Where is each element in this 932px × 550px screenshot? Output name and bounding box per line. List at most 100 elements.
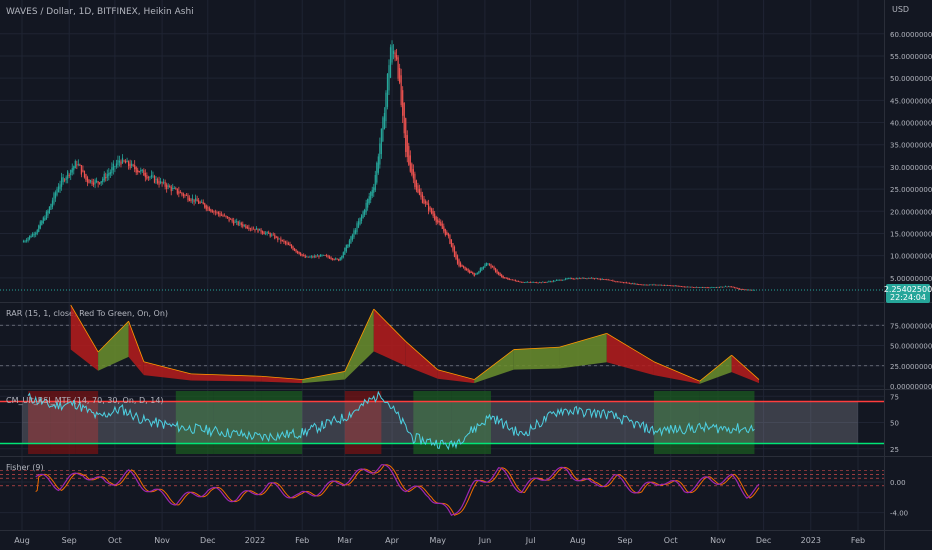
candle-body bbox=[193, 199, 195, 203]
candle-body bbox=[463, 265, 465, 268]
candle-body bbox=[32, 233, 34, 237]
y-tick-label: 25.00000000 bbox=[890, 363, 932, 371]
candle-body bbox=[120, 161, 122, 165]
candle-body bbox=[240, 222, 242, 226]
candle-body bbox=[423, 198, 425, 204]
candle-body bbox=[694, 287, 696, 288]
candle-body bbox=[668, 285, 670, 286]
candle-body bbox=[170, 186, 172, 192]
candle-body bbox=[207, 207, 209, 209]
candle-body bbox=[362, 211, 364, 219]
candle-body bbox=[306, 256, 308, 258]
candle-body bbox=[688, 286, 690, 288]
candle-body bbox=[645, 284, 647, 286]
candle-body bbox=[359, 217, 361, 225]
candle-body bbox=[695, 286, 698, 288]
y-tick-label: 75 bbox=[890, 393, 899, 401]
candle-body bbox=[612, 280, 614, 282]
candle-body bbox=[621, 281, 623, 283]
candle-body bbox=[680, 286, 682, 287]
candle-body bbox=[48, 206, 51, 214]
candle-body bbox=[616, 281, 619, 283]
candle-body bbox=[191, 198, 194, 201]
candle-body bbox=[140, 170, 142, 172]
candle-body bbox=[714, 287, 716, 288]
candle-body bbox=[159, 181, 162, 183]
candle-body bbox=[458, 259, 460, 267]
candle-body bbox=[537, 282, 539, 284]
candle-body bbox=[255, 228, 258, 230]
candle-body bbox=[185, 195, 188, 196]
y-tick-label: 45.00000000 bbox=[890, 97, 932, 105]
candle-body bbox=[568, 278, 570, 279]
candle-body bbox=[236, 221, 238, 223]
candle-body bbox=[60, 177, 63, 187]
candle-body bbox=[383, 113, 386, 130]
candle-body bbox=[205, 205, 207, 210]
candle-body bbox=[485, 262, 488, 267]
candle-body bbox=[144, 172, 146, 178]
rsi-range-fill bbox=[22, 401, 858, 444]
time-tick-label: Nov bbox=[710, 536, 726, 545]
candle-body bbox=[74, 160, 76, 169]
candle-body bbox=[137, 169, 139, 173]
candle-body bbox=[156, 179, 159, 184]
candle-body bbox=[450, 239, 453, 247]
candle-body bbox=[351, 234, 354, 240]
candle-body bbox=[184, 194, 186, 196]
candle-body bbox=[386, 73, 389, 107]
candle-body bbox=[724, 286, 727, 288]
candle-body bbox=[647, 284, 649, 286]
candle-body bbox=[656, 284, 658, 286]
candle-body bbox=[417, 185, 419, 193]
candle-body bbox=[493, 266, 495, 270]
candle-body bbox=[382, 117, 384, 142]
candle-body bbox=[548, 281, 550, 283]
candle-body bbox=[257, 228, 259, 233]
candle-body bbox=[94, 180, 96, 184]
candle-body bbox=[374, 174, 376, 191]
candle-body bbox=[272, 234, 274, 236]
time-tick-label: Aug bbox=[570, 536, 586, 545]
candle-body bbox=[365, 202, 367, 213]
candle-body bbox=[70, 169, 72, 176]
candle-body bbox=[301, 254, 303, 256]
candle-body bbox=[574, 278, 576, 280]
candle-body bbox=[79, 164, 81, 166]
candle-body bbox=[260, 229, 262, 233]
candle-body bbox=[517, 281, 520, 283]
candle-body bbox=[615, 281, 617, 282]
candle-body bbox=[571, 278, 573, 280]
candle-body bbox=[610, 280, 612, 281]
candle-body bbox=[516, 280, 518, 282]
candle-body bbox=[309, 256, 311, 258]
candle-body bbox=[201, 201, 203, 203]
candle-body bbox=[268, 232, 270, 234]
candle-body bbox=[633, 283, 635, 285]
candle-body bbox=[289, 244, 291, 246]
candle-body bbox=[182, 193, 185, 197]
candle-body bbox=[129, 163, 131, 169]
candle-body bbox=[577, 278, 579, 280]
candle-body bbox=[699, 287, 701, 289]
candle-body bbox=[281, 240, 283, 241]
candle-body bbox=[526, 281, 529, 283]
candle-body bbox=[114, 166, 116, 168]
candle-body bbox=[473, 273, 475, 277]
candle-body bbox=[692, 287, 695, 288]
candle-body bbox=[674, 285, 676, 287]
candle-body bbox=[561, 279, 564, 281]
candle-body bbox=[138, 170, 140, 173]
candle-body bbox=[528, 282, 530, 283]
candle-body bbox=[466, 268, 468, 271]
candle-body bbox=[328, 256, 331, 259]
candle-body bbox=[435, 216, 437, 223]
candle-body bbox=[44, 218, 46, 221]
candle-body bbox=[520, 281, 523, 283]
chart-canvas[interactable]: WAVES / Dollar, 1D, BITFINEX, Heikin Ash… bbox=[0, 0, 932, 550]
candle-body bbox=[388, 65, 390, 91]
time-tick-label: Apr bbox=[385, 536, 400, 545]
candle-body bbox=[609, 279, 611, 281]
candle-body bbox=[327, 255, 329, 258]
time-tick-label: Oct bbox=[664, 536, 678, 545]
